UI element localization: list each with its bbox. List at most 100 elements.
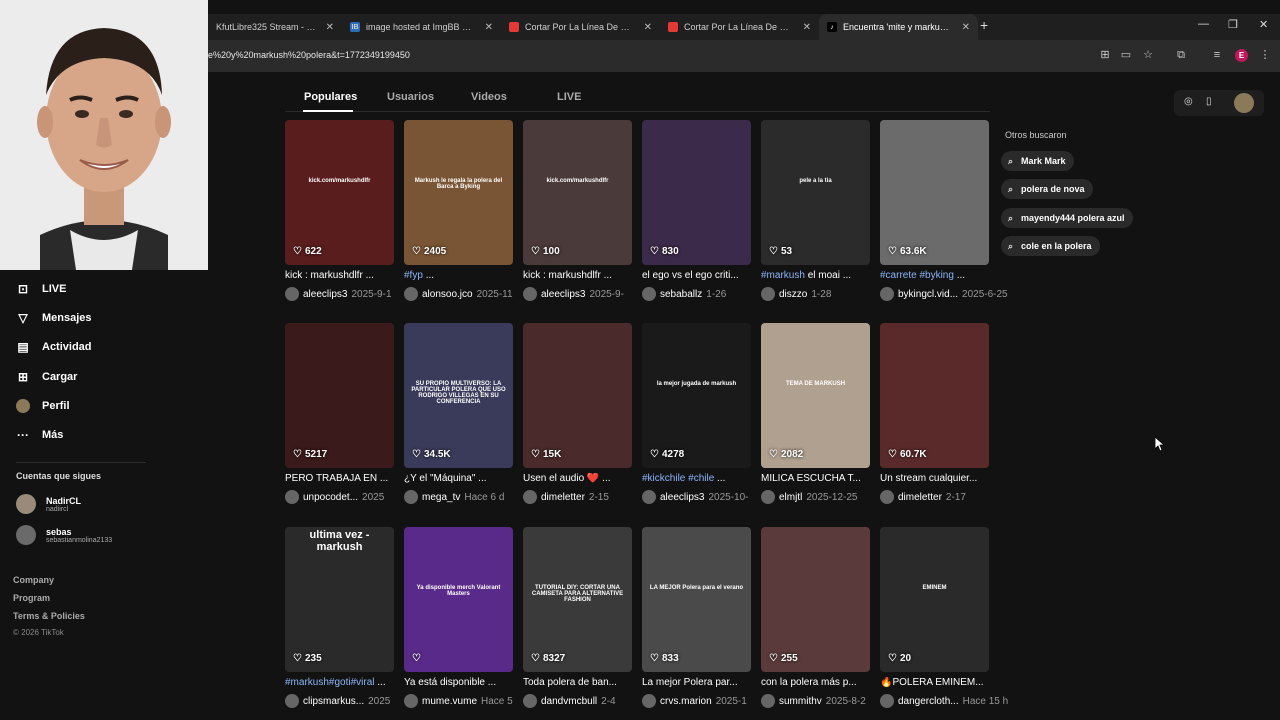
video-card[interactable]: pele a la tia ♡ 53 #markush el moai ... disz… xyxy=(761,120,870,301)
video-description[interactable]: #markush el moai ... xyxy=(761,270,870,281)
video-thumbnail[interactable]: ♡ 60.7K xyxy=(880,323,989,468)
close-tab-icon[interactable]: ✕ xyxy=(485,22,493,33)
author-name[interactable]: dangercloth... xyxy=(898,696,959,707)
bookmark-star-icon[interactable]: ☆ xyxy=(1141,48,1155,62)
video-card[interactable]: ♡ 15K Usen el audio ❤️ ... dimeletter 2-15 xyxy=(523,323,632,504)
close-tab-icon[interactable]: ✕ xyxy=(326,22,334,33)
sidebar-item-live[interactable]: ⊡ LIVE xyxy=(16,279,66,299)
video-description[interactable]: #markush#goti#viral ... xyxy=(285,677,394,688)
tab-videos[interactable]: Videos xyxy=(471,91,507,103)
video-card[interactable]: ultima vez - markush ♡ 235 #markush#goti#vi… xyxy=(285,527,394,708)
video-thumbnail[interactable]: pele a la tia ♡ 53 xyxy=(761,120,870,265)
browser-profile-avatar[interactable]: E xyxy=(1235,49,1248,62)
following-account[interactable]: sebas sebastianmolina2133 xyxy=(16,525,112,545)
video-card[interactable]: ♡ 830 el ego vs el ego criti... sebaballz 1… xyxy=(642,120,751,301)
video-description[interactable]: Ya está disponible ... xyxy=(404,677,513,688)
video-thumbnail[interactable]: ♡ 255 xyxy=(761,527,870,672)
video-card[interactable]: ♡ 63.6K #carrete #byking ... bykingcl.vid..… xyxy=(880,120,1008,301)
extensions-icon[interactable]: ⧉ xyxy=(1174,48,1188,62)
close-tab-icon[interactable]: ✕ xyxy=(803,22,811,33)
related-search-chip[interactable]: ⌕ cole en la polera xyxy=(1001,236,1100,256)
video-thumbnail[interactable]: ♡ 830 xyxy=(642,120,751,265)
video-thumbnail[interactable]: Ya disponible merch Valorant Masters ♡ xyxy=(404,527,513,672)
browser-tab[interactable]: KfutLibre325 Stream - Kick Das ✕ xyxy=(208,14,342,40)
related-search-chip[interactable]: ⌕ Mark Mark xyxy=(1001,151,1074,171)
close-window-icon[interactable]: ✕ xyxy=(1259,18,1268,31)
author-name[interactable]: unpocodet... xyxy=(303,492,358,503)
video-card[interactable]: ♡ 255 con la polera más p... summithv 2025-… xyxy=(761,527,870,708)
sidebar-item-cargar[interactable]: ⊞ Cargar xyxy=(16,367,78,387)
user-avatar[interactable] xyxy=(1234,93,1254,113)
related-search-chip[interactable]: ⌕ polera de nova xyxy=(1001,179,1093,199)
video-description[interactable]: 🔥POLERA EMINEM... xyxy=(880,677,989,688)
video-description[interactable]: kick : markushdlfr ... xyxy=(523,270,632,281)
hashtag[interactable]: #carrete #byking xyxy=(880,270,954,281)
video-thumbnail[interactable]: Markush le regala la polera del Barca a … xyxy=(404,120,513,265)
author-name[interactable]: dandvmcbull xyxy=(541,696,597,707)
author-name[interactable]: crvs.marion xyxy=(660,696,712,707)
video-description[interactable]: #fyp ... xyxy=(404,270,513,281)
video-card[interactable]: LA MEJOR Polera para el verano ♡ 833 La me… xyxy=(642,527,751,708)
author-name[interactable]: dimeletter xyxy=(898,492,942,503)
author-name[interactable]: clipsmarkus... xyxy=(303,696,364,707)
new-tab-button[interactable]: + xyxy=(980,17,988,33)
minimize-icon[interactable]: — xyxy=(1198,18,1209,30)
close-tab-icon[interactable]: ✕ xyxy=(962,22,970,33)
translate-icon[interactable]: ⊞ xyxy=(1098,48,1112,62)
video-description[interactable]: La mejor Polera par... xyxy=(642,677,751,688)
url-field[interactable]: e%20y%20markush%20polera&t=1772349199450 xyxy=(208,50,410,60)
author-name[interactable]: bykingcl.vid... xyxy=(898,289,958,300)
video-card[interactable]: kick.com/markushdlfr ♡ 100 kick : markushd… xyxy=(523,120,632,301)
related-search-chip[interactable]: ⌕ mayendy444 polera azul xyxy=(1001,208,1133,228)
video-description[interactable]: ¿Y el "Máquina" ... xyxy=(404,473,513,484)
author-name[interactable]: summithv xyxy=(779,696,822,707)
video-card[interactable]: la mejor jugada de markush ♡ 4278 #kickchil… xyxy=(642,323,751,504)
video-thumbnail[interactable]: TEMA DE MARKUSH ♡ 2082 xyxy=(761,323,870,468)
video-card[interactable]: ♡ 5217 PERO TRABAJA EN ... unpocodet... 202… xyxy=(285,323,394,504)
video-card[interactable]: SU PROPIO MULTIVERSO: LA PARTICULAR POLE… xyxy=(404,323,513,504)
video-description[interactable]: kick : markushdlfr ... xyxy=(285,270,394,281)
sidebar-item-mensajes[interactable]: ▽ Mensajes xyxy=(16,308,91,328)
author-name[interactable]: dimeletter xyxy=(541,492,585,503)
video-description[interactable]: con la polera más p... xyxy=(761,677,870,688)
video-thumbnail[interactable]: TUTORIAL DIY: CORTAR UNA CAMISETA PARA A… xyxy=(523,527,632,672)
video-card[interactable]: EMINEM ♡ 20 🔥POLERA EMINEM... dangercloth..… xyxy=(880,527,1008,708)
video-description[interactable]: MILICA ESCUCHA T... xyxy=(761,473,870,484)
author-name[interactable]: elmjtl xyxy=(779,492,802,503)
following-account[interactable]: NadirCL nadiircl xyxy=(16,494,81,514)
hashtag[interactable]: #markush#goti#viral xyxy=(285,677,375,688)
hashtag[interactable]: #kickchile #chile xyxy=(642,473,714,484)
browser-tab[interactable]: Cortar Por La Línea De Puntos - ✕ xyxy=(501,14,660,40)
video-card[interactable]: kick.com/markushdlfr ♡ 622 kick : markushd… xyxy=(285,120,394,301)
footer-link-terms[interactable]: Terms & Policies xyxy=(13,611,85,621)
compass-icon[interactable]: ◎ xyxy=(1184,96,1193,107)
sidebar-item-perfil[interactable]: Perfil xyxy=(16,396,70,416)
hashtag[interactable]: #markush xyxy=(761,270,805,281)
tab-usuarios[interactable]: Usuarios xyxy=(387,91,434,103)
browser-menu-icon[interactable]: ⋮ xyxy=(1258,48,1272,62)
video-thumbnail[interactable]: LA MEJOR Polera para el verano ♡ 833 xyxy=(642,527,751,672)
video-thumbnail[interactable]: kick.com/markushdlfr ♡ 100 xyxy=(523,120,632,265)
author-name[interactable]: alonsoo.jco xyxy=(422,289,473,300)
author-name[interactable]: sebaballz xyxy=(660,289,702,300)
video-description[interactable]: Usen el audio ❤️ ... xyxy=(523,473,632,484)
video-thumbnail[interactable]: ♡ 5217 xyxy=(285,323,394,468)
video-card[interactable]: Markush le regala la polera del Barca a … xyxy=(404,120,513,301)
tab-live[interactable]: LIVE xyxy=(557,91,581,103)
video-thumbnail[interactable]: ♡ 15K xyxy=(523,323,632,468)
sidebar-item-actividad[interactable]: ▤ Actividad xyxy=(16,337,91,357)
author-name[interactable]: aleeclips3 xyxy=(541,289,585,300)
video-description[interactable]: el ego vs el ego criti... xyxy=(642,270,751,281)
video-card[interactable]: TUTORIAL DIY: CORTAR UNA CAMISETA PARA A… xyxy=(523,527,632,708)
video-description[interactable]: #carrete #byking ... xyxy=(880,270,989,281)
footer-link-program[interactable]: Program xyxy=(13,593,50,603)
browser-tab[interactable]: Cortar Por La Línea De Puntos ✕ xyxy=(660,14,819,40)
restore-icon[interactable]: ❐ xyxy=(1228,18,1238,31)
tab-populares[interactable]: Populares xyxy=(304,91,357,103)
author-name[interactable]: mega_tv xyxy=(422,492,460,503)
video-description[interactable]: Toda polera de ban... xyxy=(523,677,632,688)
video-thumbnail[interactable]: SU PROPIO MULTIVERSO: LA PARTICULAR POLE… xyxy=(404,323,513,468)
author-name[interactable]: mume.vume xyxy=(422,696,477,707)
video-card[interactable]: ♡ 60.7K Un stream cualquier... dimeletter 2… xyxy=(880,323,989,504)
video-description[interactable]: PERO TRABAJA EN ... xyxy=(285,473,394,484)
